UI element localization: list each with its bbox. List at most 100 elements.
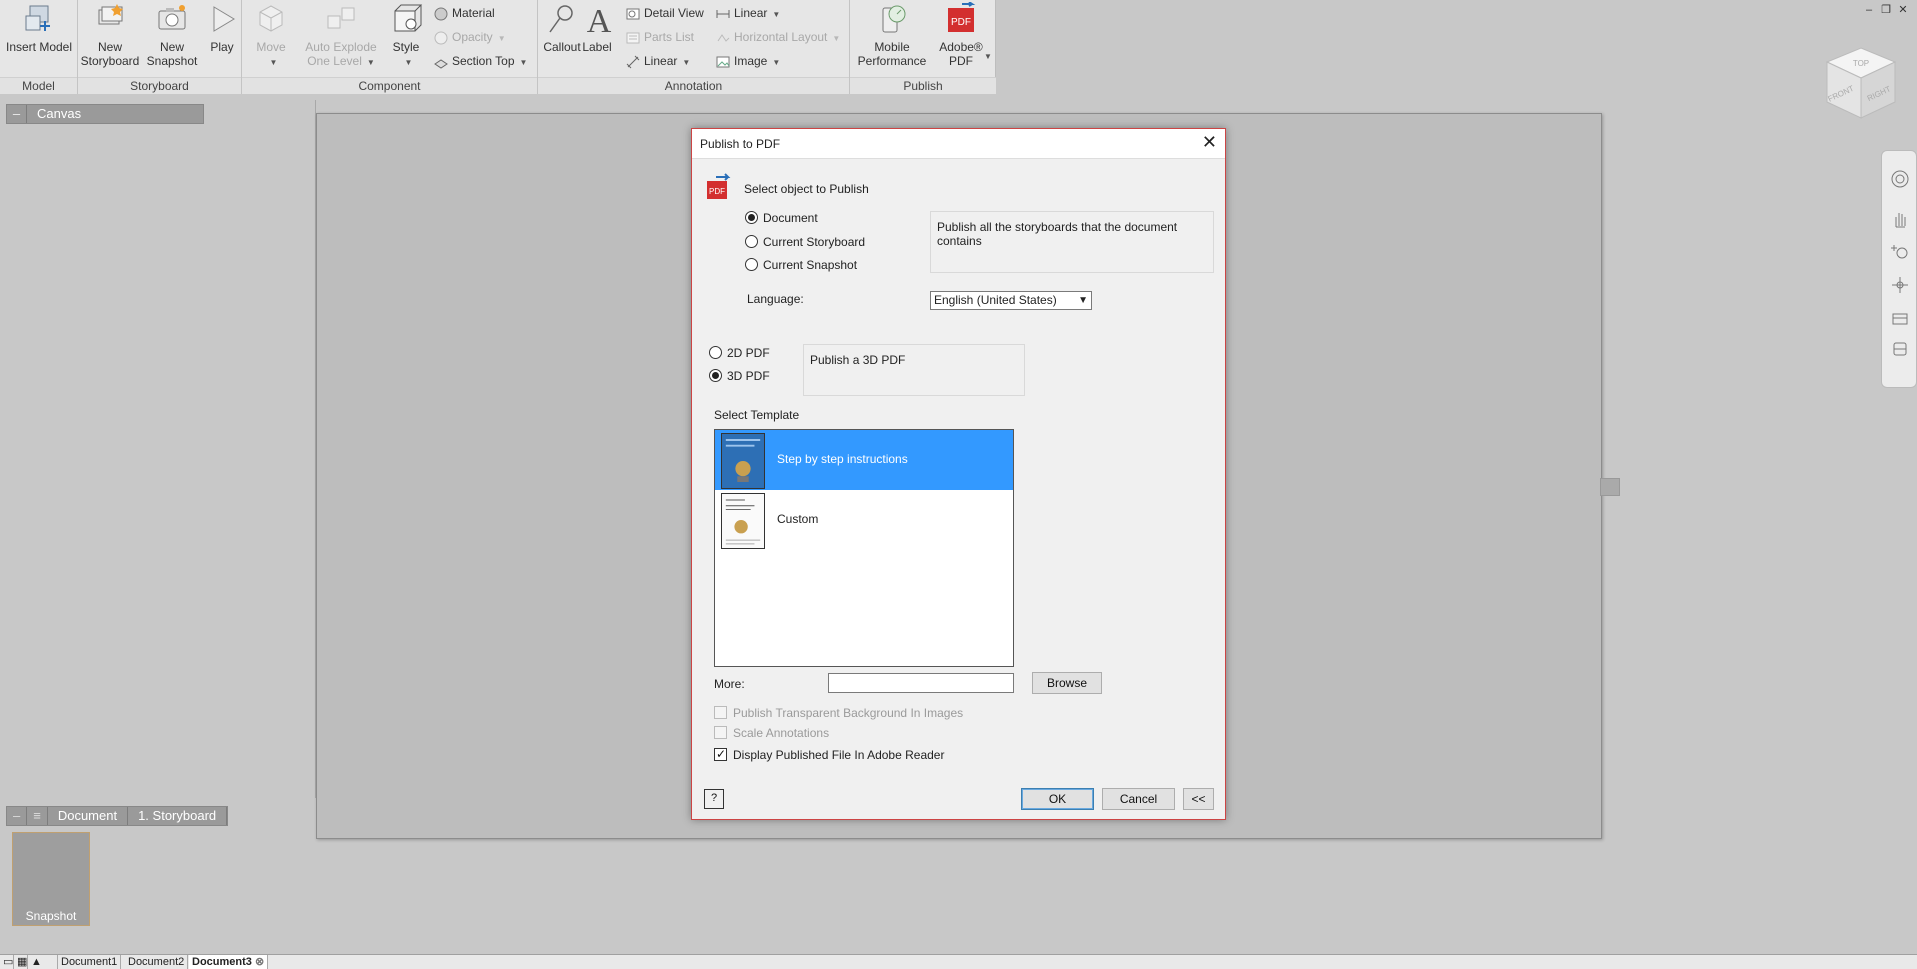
minimize-icon[interactable]: –: [1863, 4, 1875, 16]
radio-current-snapshot[interactable]: [745, 258, 758, 271]
pdf-type-description: Publish a 3D PDF: [803, 344, 1025, 396]
opacity-button[interactable]: Opacity ▼: [434, 27, 506, 47]
detail-view-button[interactable]: Detail View: [626, 3, 704, 23]
page-resize-handle[interactable]: [1600, 478, 1620, 496]
mobile-performance-button[interactable]: Mobile Performance: [854, 2, 930, 68]
list-view-icon[interactable]: ≡: [27, 807, 48, 825]
move-button[interactable]: Move ▼: [246, 2, 296, 70]
close-icon[interactable]: ✕: [1897, 4, 1909, 16]
pan-hand-icon[interactable]: [1890, 209, 1910, 229]
select-template-label: Select Template: [714, 408, 800, 422]
radio-2d-pdf-label[interactable]: 2D PDF: [727, 346, 770, 360]
template-thumbnail-icon: [721, 433, 765, 489]
checkbox-display-in-adobe-reader-label[interactable]: Display Published File In Adobe Reader: [733, 748, 944, 762]
checkbox-transparent-background[interactable]: [714, 706, 727, 719]
language-select[interactable]: English (United States) ▼: [930, 291, 1092, 310]
horizontal-layout-button[interactable]: Horizontal Layout ▼: [716, 27, 840, 47]
template-list[interactable]: Step by step instructions Custom: [714, 429, 1014, 667]
style-button[interactable]: Style ▼: [386, 2, 426, 70]
view-cube[interactable]: TOP FRONT RIGHT: [1818, 40, 1904, 130]
style-cube-icon: [394, 4, 423, 32]
ribbon-group-label: Model: [0, 77, 77, 94]
radio-3d-pdf[interactable]: [709, 369, 722, 382]
radio-document-label[interactable]: Document: [763, 211, 818, 225]
breadcrumb-document[interactable]: Document: [48, 807, 129, 825]
section-top-button[interactable]: Section Top ▼: [434, 51, 527, 71]
linear-dimension-icon: [716, 9, 730, 18]
detail-view-icon: [626, 8, 640, 20]
view-cube-top-label: TOP: [1853, 59, 1869, 68]
collapse-icon[interactable]: –: [7, 807, 28, 825]
collapse-options-button[interactable]: <<: [1183, 788, 1214, 810]
canvas-panel-header[interactable]: – Canvas: [6, 104, 204, 124]
checkbox-scale-annotations[interactable]: [714, 726, 727, 739]
steering-wheel-icon[interactable]: [1890, 169, 1910, 189]
tab-close-icon[interactable]: ⊗: [255, 956, 264, 968]
checkbox-transparent-background-label: Publish Transparent Background In Images: [733, 706, 964, 720]
camera-icon: [158, 5, 186, 30]
breadcrumb-storyboard[interactable]: 1. Storyboard: [128, 807, 228, 825]
restore-icon[interactable]: ❐: [1880, 4, 1892, 16]
parts-list-button[interactable]: Parts List: [626, 27, 694, 47]
object-description: Publish all the storyboards that the doc…: [930, 211, 1214, 273]
horizontal-layout-icon: [717, 33, 730, 42]
label-button[interactable]: A Label: [582, 2, 612, 54]
linear-dimension-button-a[interactable]: Linear ▼: [716, 3, 780, 23]
cancel-button[interactable]: Cancel: [1102, 788, 1175, 810]
canvas-panel: – Canvas: [0, 100, 316, 798]
new-snapshot-button[interactable]: New Snapshot: [142, 2, 202, 68]
tab-list-icon[interactable]: ▭: [0, 955, 14, 969]
tab-document3[interactable]: Document3 ⊗: [189, 955, 269, 969]
radio-3d-pdf-label[interactable]: 3D PDF: [727, 369, 770, 383]
ribbon-group-label: Publish: [850, 77, 996, 94]
ribbon-group-annotation: Callout A Label Detail View Parts List L…: [538, 0, 850, 94]
callout-icon: [549, 5, 573, 33]
play-button[interactable]: Play: [204, 2, 240, 54]
radio-current-storyboard-label[interactable]: Current Storyboard: [763, 235, 865, 249]
material-button[interactable]: Material: [434, 3, 495, 23]
radio-current-storyboard[interactable]: [745, 235, 758, 248]
navigation-bar: [1881, 150, 1917, 388]
linear-dimension-button-b[interactable]: Linear ▼: [626, 51, 690, 71]
select-object-label: Select object to Publish: [744, 182, 869, 196]
more-input[interactable]: [828, 673, 1014, 693]
auto-explode-button[interactable]: Auto Explode One Level ▼: [302, 2, 380, 70]
callout-button[interactable]: Callout: [542, 2, 582, 54]
template-item-step-by-step[interactable]: Step by step instructions: [715, 430, 1013, 490]
ribbon-group-component: Move ▼ Auto Explode One Level ▼ Style ▼ Mat…: [242, 0, 538, 94]
move-cube-icon: [259, 5, 283, 32]
template-item-custom[interactable]: Custom: [715, 490, 1013, 550]
close-icon[interactable]: ✕: [1202, 133, 1217, 151]
radio-2d-pdf[interactable]: [709, 346, 722, 359]
ok-button[interactable]: OK: [1021, 788, 1094, 810]
insert-model-button[interactable]: Insert Model: [2, 2, 76, 54]
image-button[interactable]: Image ▼: [716, 51, 780, 71]
adobe-pdf-button[interactable]: PDF Adobe® PDF: [934, 2, 988, 68]
help-button[interactable]: ?: [704, 789, 724, 809]
checkbox-display-in-adobe-reader[interactable]: [714, 747, 727, 761]
tab-menu-icon[interactable]: ▲: [28, 955, 58, 969]
window-controls: – ❐ ✕: [1863, 4, 1909, 16]
radio-current-snapshot-label[interactable]: Current Snapshot: [763, 258, 857, 272]
checkbox-scale-annotations-label: Scale Annotations: [733, 726, 830, 740]
fit-view-icon[interactable]: [1890, 339, 1910, 359]
svg-text:PDF: PDF: [709, 187, 725, 196]
browse-button[interactable]: Browse: [1032, 672, 1102, 694]
svg-text:PDF: PDF: [951, 17, 971, 28]
collapse-icon[interactable]: –: [7, 105, 27, 123]
tab-grid-icon[interactable]: ▦: [14, 955, 28, 969]
ribbon-group-model: Insert Model Model: [0, 0, 78, 94]
svg-text:A: A: [587, 3, 612, 36]
zoom-icon[interactable]: [1890, 241, 1910, 261]
tab-document1[interactable]: Document1: [58, 955, 122, 969]
mobile-performance-icon: [882, 5, 906, 33]
adobe-pdf-dropdown-arrow[interactable]: ▼: [984, 52, 992, 61]
new-storyboard-button[interactable]: New Storyboard: [80, 2, 140, 68]
tab-document2[interactable]: Document2: [125, 955, 189, 969]
adobe-pdf-icon: PDF: [948, 2, 976, 32]
section-icon: [434, 59, 448, 69]
orbit-icon[interactable]: [1890, 275, 1910, 295]
view-icon[interactable]: [1890, 309, 1910, 329]
radio-document[interactable]: [745, 211, 758, 224]
snapshot-thumbnail[interactable]: Snapshot: [12, 832, 90, 926]
